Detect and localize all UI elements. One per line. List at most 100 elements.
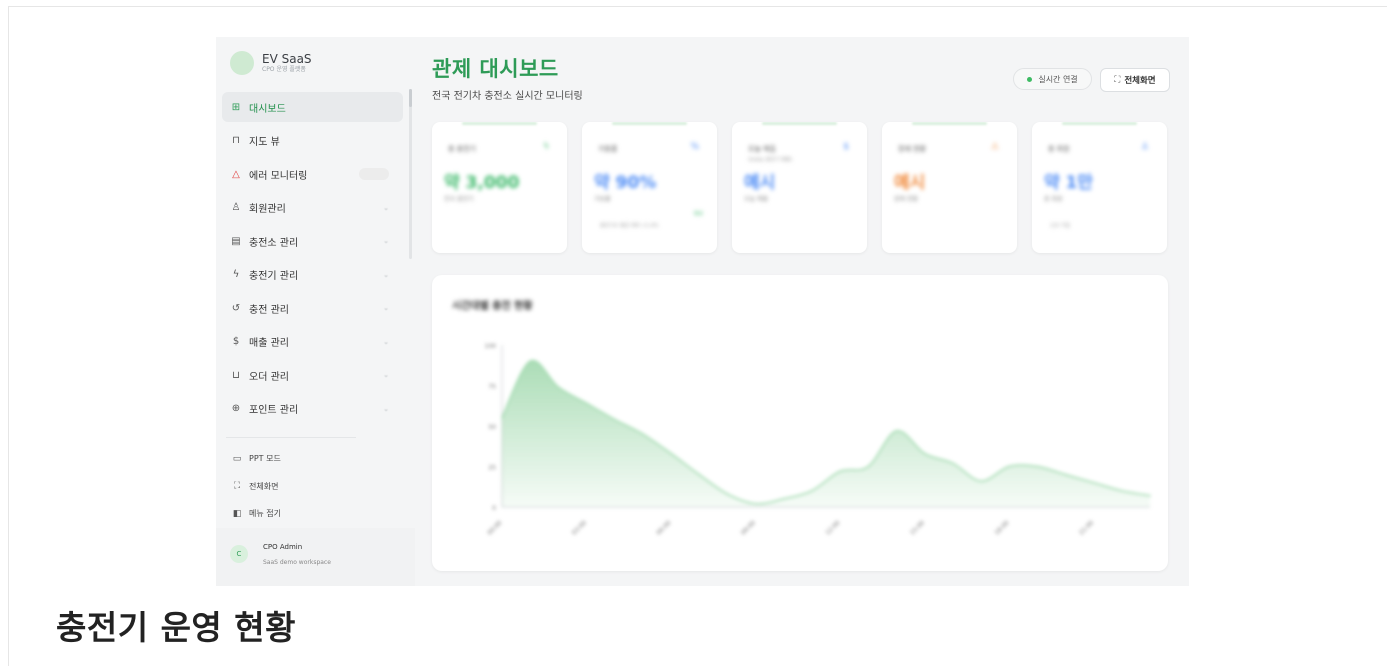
card-value: 예시 xyxy=(894,173,926,193)
kpi-card-1: 가동률% 약 90% 가동률 총전기수 평균 대비 +1.4% 정상 xyxy=(582,122,717,253)
sidebar-item-1[interactable]: ⊓ 지도 뷰 xyxy=(222,126,403,156)
sidebar-scroll-thumb[interactable] xyxy=(409,89,412,107)
sidebar-tool-label: PPT 모드 xyxy=(249,454,281,464)
chart-point xyxy=(839,470,841,473)
x-tick-label: 12:00 xyxy=(824,519,841,536)
sidebar-item-label: 회원관리 xyxy=(249,204,286,215)
map-icon: ⊓ xyxy=(232,135,240,146)
sidebar-item-7[interactable]: $ 매출 관리 ⌄ xyxy=(222,327,403,357)
users-icon: ♙ xyxy=(231,202,241,213)
chevron-down-icon: ⌄ xyxy=(383,304,389,312)
users-icon: ♙ xyxy=(1140,142,1149,152)
y-tick-label: 75 xyxy=(488,384,496,391)
sidebar-item-label: 에러 모니터링 xyxy=(249,170,308,182)
x-tick-label: 21:00 xyxy=(1078,519,1095,536)
sidebar-item-2[interactable]: △ 에러 모니터링 xyxy=(222,159,403,189)
sidebar-item-label: 충전기 관리 xyxy=(249,271,299,282)
main-content: 관제 대시보드 전국 전기차 충전소 실시간 모니터링 실시간 연결 ⛶ 전체화… xyxy=(415,37,1189,586)
dollar-icon: $ xyxy=(232,336,240,347)
chart-point xyxy=(951,462,954,465)
chart-point xyxy=(782,498,785,500)
bolt-icon: ϟ xyxy=(232,269,240,280)
card-title: 가동률 xyxy=(598,145,618,153)
chevron-down-icon: ⌄ xyxy=(383,237,389,245)
gift-icon: ⊕ xyxy=(231,403,241,414)
x-tick-label: 00:00 xyxy=(486,519,503,536)
x-tick-label: 18:00 xyxy=(993,519,1010,536)
sidebar-item-0[interactable]: ⊞ 대시보드 xyxy=(222,92,403,122)
fullscreen-icon: ⛶ xyxy=(233,481,241,492)
dollar-icon: $ xyxy=(843,142,849,152)
card-accent-line xyxy=(1062,122,1137,125)
card-value: 약 1만 xyxy=(1044,173,1094,193)
user-name: CPO Admin xyxy=(263,543,303,551)
sidebar-item-8[interactable]: ⊔ 오더 관리 ⌄ xyxy=(222,360,403,390)
chart-point xyxy=(585,402,588,405)
sidebar-scrollbar[interactable] xyxy=(409,89,412,259)
y-tick-label: 50 xyxy=(488,424,496,431)
presentation-icon: ▭ xyxy=(232,453,242,464)
card-badge: 정상 xyxy=(693,211,703,217)
hourly-charging-chart: 100 75 50 25 0 00:00 03:00 06:00 09:00 12:00 15:00… xyxy=(485,343,1151,537)
chart-point xyxy=(867,465,870,468)
card-value: 약 3,000 xyxy=(444,173,520,193)
kpi-card-0: 총 충전기 ϟ 약 3,000 전국 충전기 xyxy=(432,122,567,253)
sidebar-item-5[interactable]: ϟ 충전기 관리 ⌄ xyxy=(222,260,403,290)
chart-point xyxy=(1149,494,1151,497)
chart-point xyxy=(1064,473,1067,476)
chart-point xyxy=(811,490,813,492)
chevron-down-icon: ⌄ xyxy=(383,203,389,212)
alert-triangle-icon: △ xyxy=(232,168,240,180)
chart-point xyxy=(754,502,757,505)
sidebar-item-label: 충전 관리 xyxy=(249,304,289,316)
dashboard-screenshot: EV SaaS CPO 운영 플랫폼 ⊞ 대시보드 ⊓ 지도 뷰 △ 에러 모니터링 ♙ 회원… xyxy=(216,37,1189,586)
sidebar-tool-0[interactable]: ▭ PPT 모드 xyxy=(230,445,281,473)
kpi-card-2: 오늘 매출 $ 예시 오늘 매출 (today 총전기 매출) xyxy=(732,122,867,253)
sidebar-tool-1[interactable]: ⛶ 전체화면 xyxy=(230,473,281,501)
live-status-dot-icon xyxy=(1027,76,1033,82)
user-profile[interactable]: C CPO Admin SaaS demo workspace xyxy=(216,528,415,586)
card-value: 약 90% xyxy=(594,173,657,193)
sidebar-item-6[interactable]: ↺ 충전 관리 ⌄ xyxy=(222,293,403,323)
x-tick-label: 06:00 xyxy=(655,519,672,536)
sidebar-item-4[interactable]: ▤ 충전소 관리 ⌄ xyxy=(222,226,403,256)
sidebar-item-9[interactable]: ⊕ 포인트 관리 ⌄ xyxy=(222,394,403,424)
brand-name: EV SaaS xyxy=(262,52,312,66)
collapse-menu-icon: ◧ xyxy=(232,508,242,519)
sidebar-item-3[interactable]: ♙ 회원관리 ⌄ xyxy=(222,193,403,223)
chart-point xyxy=(670,452,672,455)
percent-icon: % xyxy=(690,142,699,152)
chart-point xyxy=(726,493,729,495)
y-tick-label: 100 xyxy=(485,343,497,350)
live-connection-button[interactable]: 실시간 연결 xyxy=(1013,68,1092,90)
page-caption: 충전기 운영 현황 xyxy=(56,608,296,647)
fullscreen-label: 전체화면 xyxy=(1124,76,1156,86)
brand[interactable]: EV SaaS CPO 운영 플랫폼 xyxy=(230,51,312,75)
x-tick-label: 03:00 xyxy=(571,519,588,536)
brand-logo-icon xyxy=(230,51,254,75)
dashboard-icon: ⊞ xyxy=(231,101,241,113)
sidebar-divider xyxy=(226,437,356,438)
chart-point xyxy=(501,417,503,419)
cart-icon: ⊔ xyxy=(232,369,240,381)
chart-point xyxy=(557,386,560,388)
avatar: C xyxy=(230,545,248,563)
sidebar-item-label: 대시보드 xyxy=(249,103,286,115)
card-title: 총 회원 xyxy=(1048,145,1070,153)
chart-point xyxy=(895,430,898,432)
sidebar-nav: ⊞ 대시보드 ⊓ 지도 뷰 △ 에러 모니터링 ♙ 회원관리 ⌄ ▤ 충전소 관리 ⌄ ϟ 충전기 관리 ⌄… xyxy=(222,92,403,427)
hourly-charging-chart-card: 시간대별 충전 현황 100 75 50 25 0 00:00 03:00 06:00 09:0… xyxy=(432,275,1168,571)
chevron-down-icon: ⌄ xyxy=(383,404,389,413)
brand-subtitle: CPO 운영 플랫폼 xyxy=(262,66,306,73)
card-value: 예시 xyxy=(744,173,776,193)
bolt-icon: ϟ xyxy=(543,142,549,152)
sidebar-tool-2[interactable]: ◧ 메뉴 접기 xyxy=(230,500,281,528)
page-title: 관제 대시보드 xyxy=(432,57,559,81)
chart-point xyxy=(1092,481,1095,484)
history-icon: ↺ xyxy=(231,302,241,314)
chart-point xyxy=(698,473,701,476)
sidebar-tools: ▭ PPT 모드 ⛶ 전체화면 ◧ 메뉴 접기 xyxy=(230,445,281,528)
card-subtitle: 장애 현황 xyxy=(894,196,918,203)
fullscreen-button[interactable]: ⛶ 전체화면 xyxy=(1100,68,1170,92)
chart-point xyxy=(923,452,926,455)
